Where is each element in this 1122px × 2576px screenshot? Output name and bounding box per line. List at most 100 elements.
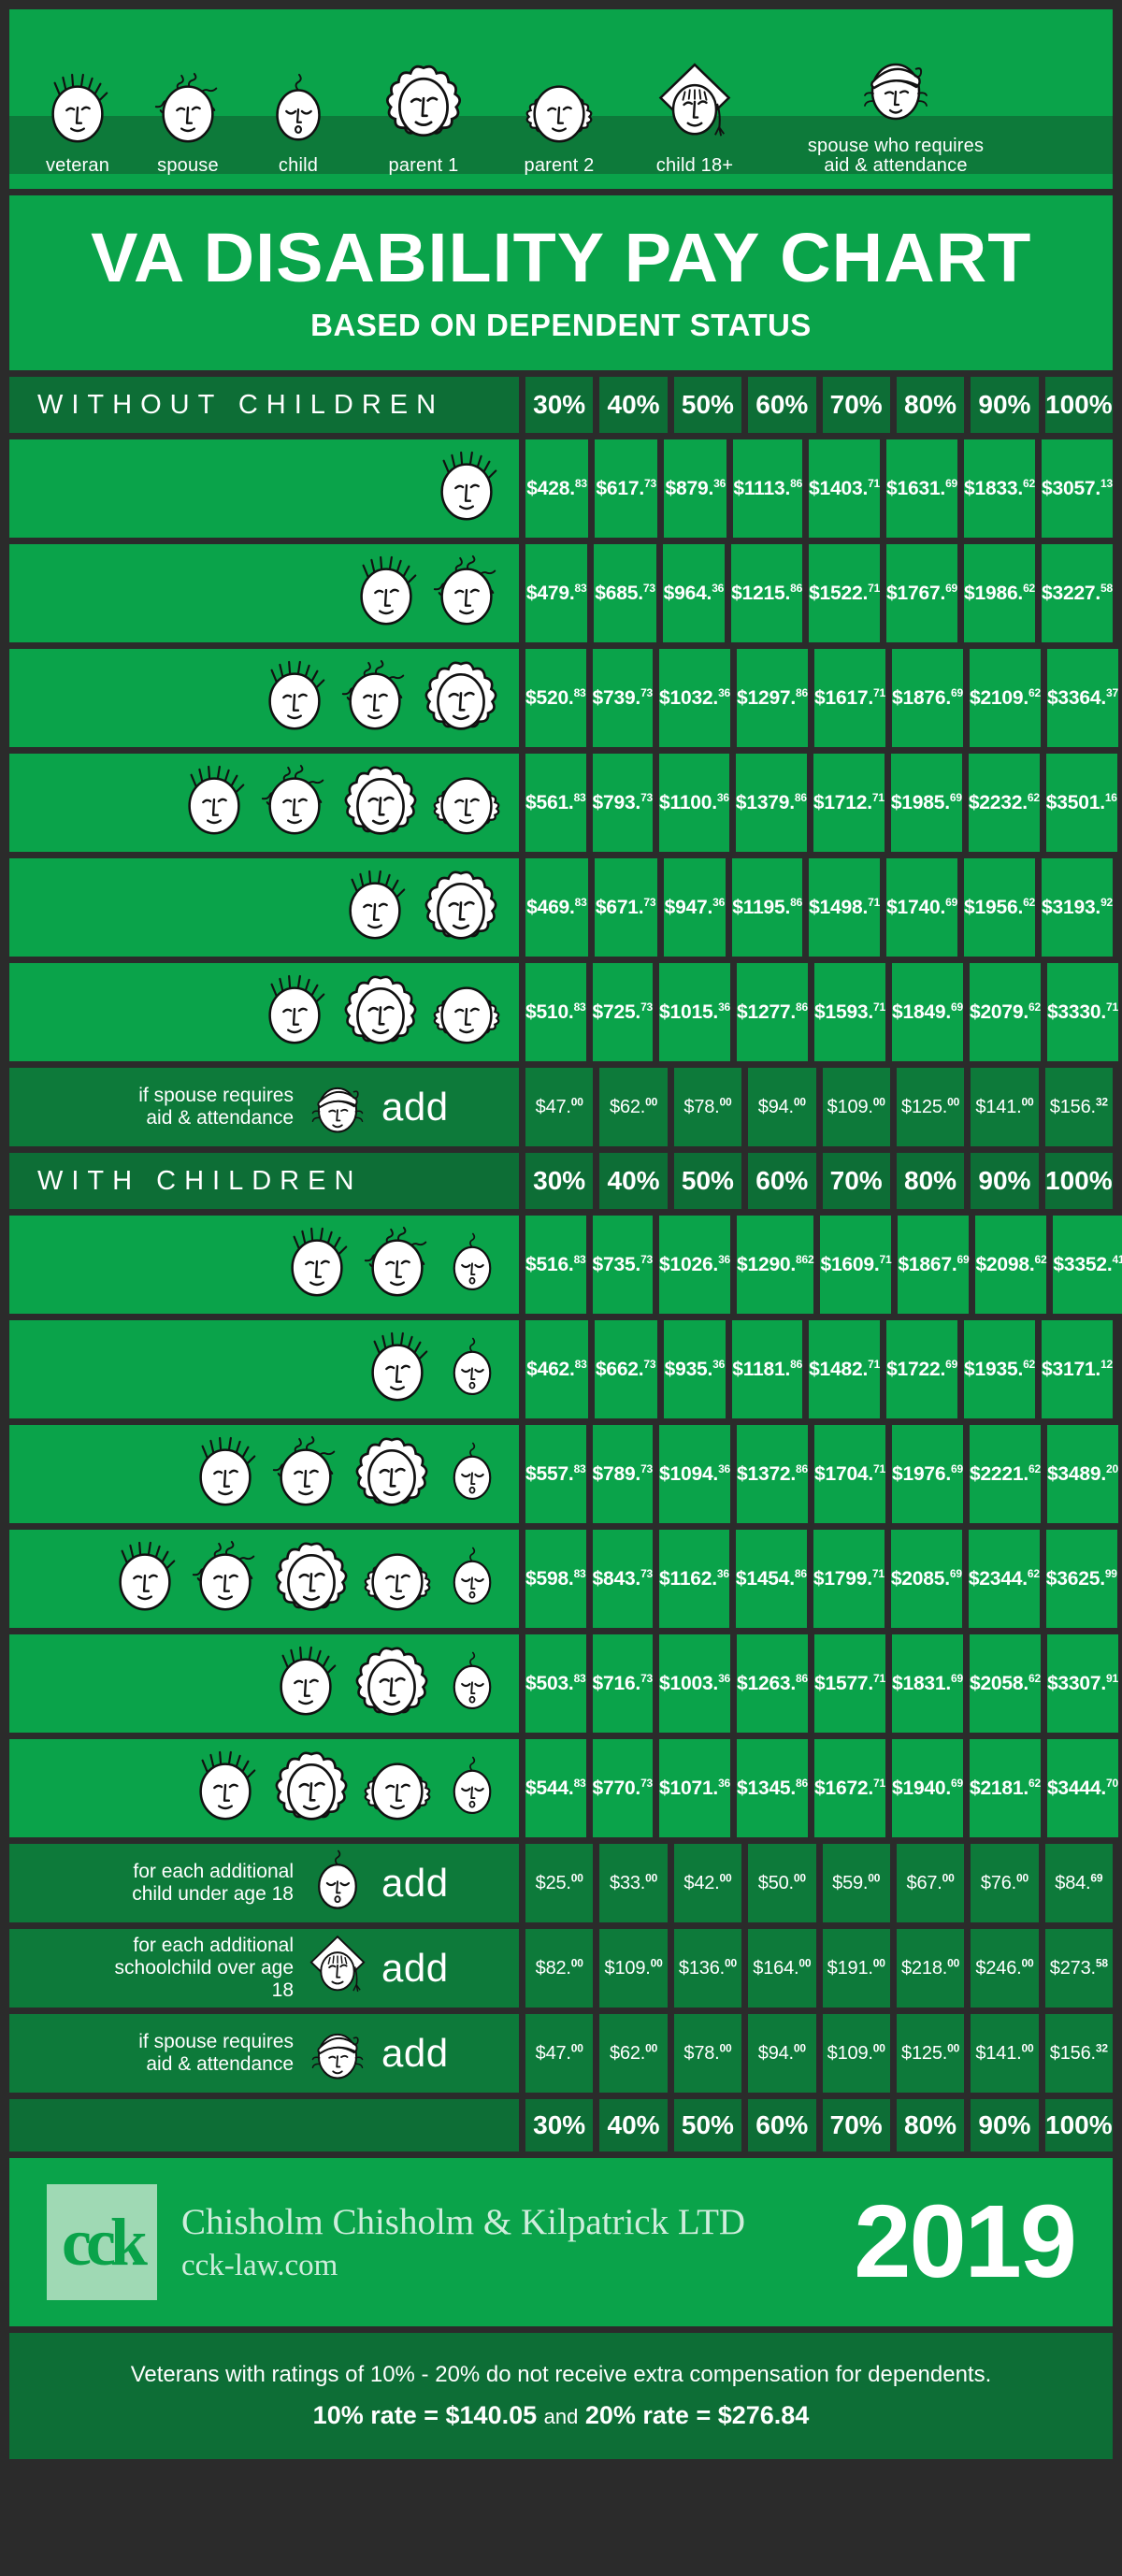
pay-amount: $793.73 xyxy=(592,790,654,813)
dependent-faces-group xyxy=(186,1430,506,1519)
add-amount-cell-50: $78.00 xyxy=(673,2014,742,2093)
pay-amount: $3625.99 xyxy=(1045,1566,1117,1590)
pay-cell-100: $3307.91 xyxy=(1046,1634,1118,1733)
add-amount-cell-40: $33.00 xyxy=(599,1844,668,1922)
add-amount: $47.00 xyxy=(535,1094,583,1117)
footer-rating-label: 60% xyxy=(755,2110,809,2139)
pay-amount: $1181.86 xyxy=(732,1357,803,1380)
pay-amount: $2079.62 xyxy=(969,1000,1041,1023)
pay-cell-90: $2221.62 xyxy=(969,1425,1041,1523)
add-amount-cell-30: $47.00 xyxy=(525,1068,594,1146)
rating-header-30: 30% xyxy=(525,377,594,433)
pay-cell-80: $1740.69 xyxy=(886,858,957,957)
pay-amount: $1799.71 xyxy=(813,1566,885,1590)
child18plus-face-icon xyxy=(303,1934,372,2003)
pay-amount: $1379.86 xyxy=(735,790,807,813)
pay-cell-80: $1876.69 xyxy=(891,649,963,747)
pay-cell-40: $770.73 xyxy=(592,1739,653,1837)
pay-cell-50: $964.36 xyxy=(662,544,726,642)
pay-amount: $1577.71 xyxy=(814,1671,885,1694)
add-amount: $82.00 xyxy=(535,1955,583,1979)
veteran-face-icon xyxy=(186,1435,265,1514)
add-amount: $67.00 xyxy=(906,1870,955,1893)
table-row: $479.83 $685.73 $964.36 $1215.86 $1522.7… xyxy=(9,544,1113,642)
pay-cell-100: $3171.12 xyxy=(1042,1320,1113,1418)
pay-amount: $1215.86 xyxy=(731,581,803,604)
row-dependents-cell xyxy=(9,858,519,957)
add-amount: $42.00 xyxy=(683,1870,732,1893)
pay-cell-80: $1985.69 xyxy=(890,754,962,852)
legend-item-label: spouse xyxy=(157,155,219,176)
veteran-face-icon xyxy=(186,1749,265,1828)
pay-amount: $2232.62 xyxy=(968,790,1040,813)
child-face-icon xyxy=(439,1231,506,1299)
row-dependents-cell xyxy=(9,1216,519,1314)
table-row: $557.83 $789.73 $1094.36 $1372.86 $1704.… xyxy=(9,1425,1118,1523)
add-amount: $84.69 xyxy=(1055,1870,1103,1893)
table-row: $510.83 $725.73 $1015.36 $1277.86 $1593.… xyxy=(9,963,1118,1061)
add-amount: $125.00 xyxy=(901,1094,960,1117)
add-amount: $136.00 xyxy=(678,1955,737,1979)
pay-amount: $2181.62 xyxy=(969,1776,1041,1799)
veteran-face-icon xyxy=(336,869,414,947)
pay-amount: $843.73 xyxy=(592,1566,654,1590)
row-dependents-cell xyxy=(9,754,519,852)
pay-amount: $1722.69 xyxy=(886,1357,958,1380)
add-amount-cell-90: $76.00 xyxy=(971,1844,1039,1922)
pay-amount: $662.73 xyxy=(595,1357,656,1380)
table-row: $561.83 $793.73 $1100.36 $1379.86 $1712.… xyxy=(9,754,1117,852)
footer-rating-90: 90% xyxy=(971,2099,1039,2151)
rate-20-percent: 20% rate = $276.84 xyxy=(584,2401,810,2429)
add-amount: $156.32 xyxy=(1049,2040,1108,2064)
pay-cell-60: $1345.86 xyxy=(737,1739,808,1837)
pay-cell-100: $3444.70 xyxy=(1046,1739,1118,1837)
veteran-face-icon xyxy=(347,554,425,633)
pay-amount: $3227.58 xyxy=(1042,581,1113,604)
pay-amount: $1712.71 xyxy=(813,790,885,813)
pay-cell-60: $1379.86 xyxy=(735,754,807,852)
parent1-face-icon xyxy=(347,1430,437,1519)
pay-amount: $1767.69 xyxy=(886,581,958,604)
pay-cell-40: $725.73 xyxy=(592,963,653,1061)
firm-website[interactable]: cck-law.com xyxy=(181,2249,745,2283)
pay-amount: $503.83 xyxy=(525,1671,586,1694)
pay-cell-70: $1799.71 xyxy=(813,1530,885,1628)
dependent-faces-group xyxy=(358,1331,506,1409)
pay-cell-70: $1609.71 xyxy=(820,1216,892,1314)
pay-amount: $428.83 xyxy=(526,476,587,499)
rating-header-label: 30% xyxy=(533,390,586,419)
add-label: add xyxy=(381,1946,449,1990)
pay-cell-70: $1498.71 xyxy=(809,858,880,957)
rate-10-percent: 10% rate = $140.05 xyxy=(312,2401,538,2429)
add-amount-cell-60: $164.00 xyxy=(748,1929,816,2008)
pay-cell-50: $935.36 xyxy=(663,1320,726,1418)
add-row-description: if spouse requires aid & attendance xyxy=(138,1084,294,1129)
pay-cell-50: $879.36 xyxy=(664,439,727,538)
pay-amount: $1522.71 xyxy=(809,581,881,604)
pay-cell-40: $739.73 xyxy=(592,649,653,747)
legend-item-child: child xyxy=(243,50,353,189)
veteran-face-icon xyxy=(255,973,334,1052)
pay-amount: $671.73 xyxy=(595,895,656,918)
pay-amount: $544.83 xyxy=(525,1776,586,1799)
add-amount: $78.00 xyxy=(683,2040,732,2064)
footer-rating-label: 40% xyxy=(607,2110,660,2139)
pay-cell-70: $1672.71 xyxy=(814,1739,885,1837)
section-header-with-children: WITH CHILDREN 30% 40% 50% 60% 70% 80% 90… xyxy=(9,1153,1113,1209)
cck-logo-icon: cck xyxy=(47,2184,157,2300)
add-amount: $191.00 xyxy=(827,1955,885,1979)
pay-cell-30: $557.83 xyxy=(525,1425,586,1523)
add-amount-cell-70: $109.00 xyxy=(822,1068,890,1146)
pay-cell-80: $1767.69 xyxy=(886,544,957,642)
pay-amount: $1026.36 xyxy=(659,1252,731,1275)
add-row-description: if spouse requires aid & attendance xyxy=(138,2030,294,2075)
rating-header-80: 80% xyxy=(896,1153,965,1209)
pay-amount: $1032.36 xyxy=(659,685,731,709)
pay-amount: $598.83 xyxy=(525,1566,586,1590)
add-amount-cell-60: $50.00 xyxy=(748,1844,816,1922)
parent1-face-icon xyxy=(377,50,470,151)
add-amount: $25.00 xyxy=(535,1870,583,1893)
pay-amount: $1498.71 xyxy=(809,895,881,918)
row-dependents-cell xyxy=(9,1739,519,1837)
child-face-icon xyxy=(439,1441,506,1508)
